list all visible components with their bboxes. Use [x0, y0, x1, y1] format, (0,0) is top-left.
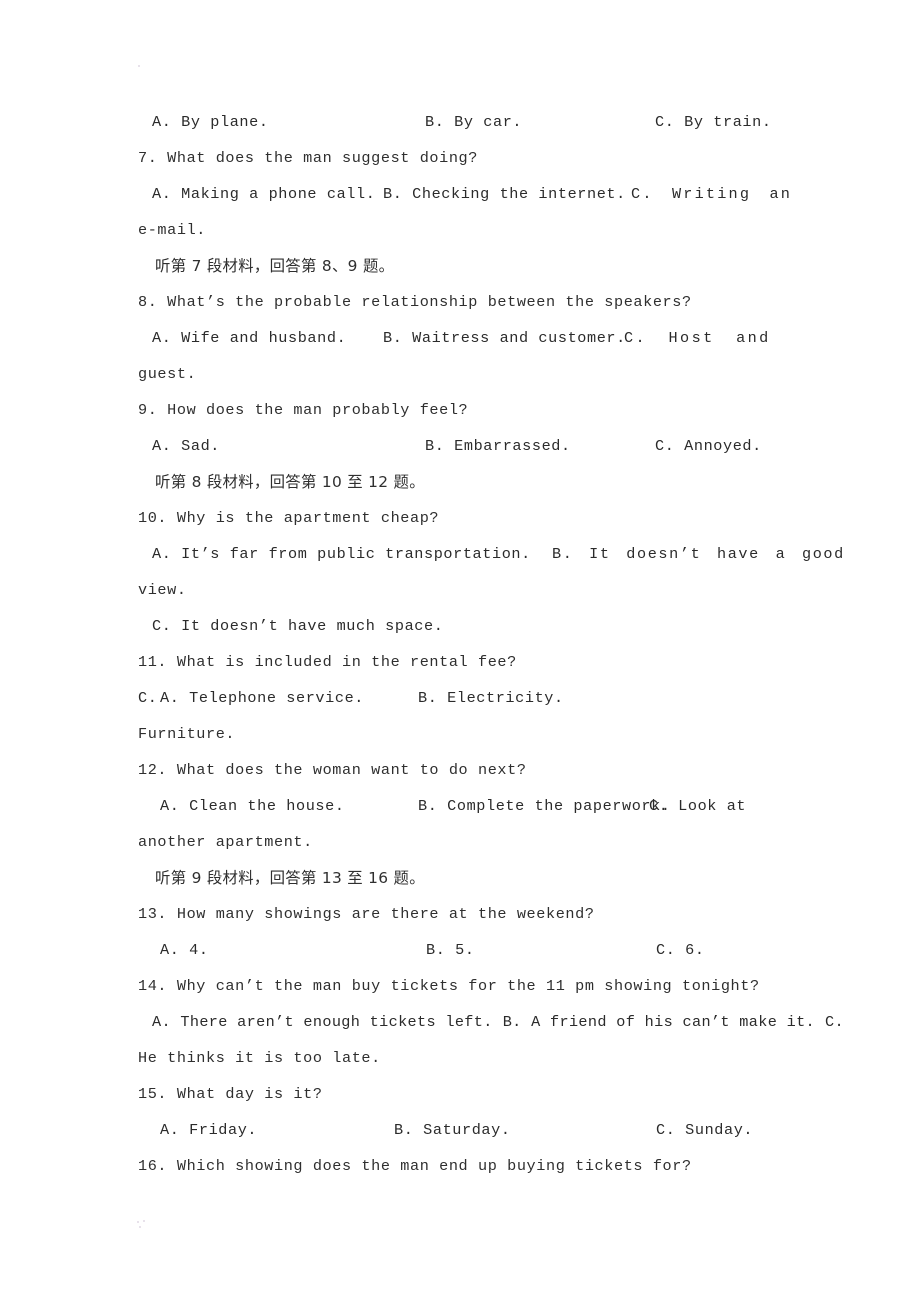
question-stem-15: 15. What day is it? [138, 1085, 323, 1103]
option-a: A. Making a phone call. [152, 185, 376, 203]
question-stem-7: 7. What does the man suggest doing? [138, 149, 478, 167]
section-instruction-8: 听第 8 段材料，回答第 10 至 12 题。 [155, 473, 425, 491]
section-instruction-9: 听第 9 段材料，回答第 13 至 16 题。 [155, 869, 425, 887]
option-b: B. A friend of his can’t make it. [502, 1013, 816, 1031]
question-stem-12: 12. What does the woman want to do next? [138, 761, 527, 779]
option-c: C. Sunday. [656, 1121, 754, 1139]
option-c: C. Annoyed. [655, 437, 762, 455]
option-a: A. 4. [160, 941, 209, 959]
option-c: C. It doesn’t have much space. [152, 617, 444, 635]
option-b: B. Saturday. [394, 1121, 511, 1139]
option-a: A. By plane. [152, 113, 269, 131]
option-b: B. Electricity. [418, 689, 564, 707]
scan-speck [138, 65, 140, 67]
question-wrap-11: Furniture. [138, 725, 236, 743]
option-a: A. Friday. [160, 1121, 258, 1139]
question-stem-9: 9. How does the man probably feel? [138, 401, 469, 419]
question-wrap-8: guest. [138, 365, 197, 383]
option-c: C. [825, 1013, 844, 1031]
option-c: C. Writing an [631, 185, 793, 203]
question-wrap-7: e-mail. [138, 221, 206, 239]
option-c: C. By train. [655, 113, 772, 131]
option-row-q14: A. There aren’t enough tickets left. B. A… [138, 1004, 844, 1040]
option-row-q12: A. Clean the house. B. Complete the pape… [138, 788, 783, 824]
scanned-page: A. By plane. B. By car. C. By train. 7. … [0, 0, 920, 1302]
option-row-q8: A. Wife and husband. B. Waitress and cus… [138, 320, 783, 356]
option-row-q6: A. By plane. B. By car. C. By train. [138, 104, 783, 140]
question-stem-8: 8. What’s the probable relationship betw… [138, 293, 692, 311]
option-b: B. It doesn’t have a good [552, 545, 845, 563]
option-a: A. There aren’t enough tickets left. [152, 1013, 493, 1031]
option-b: B. Complete the paperwork. [418, 797, 671, 815]
option-c: C. [138, 689, 158, 707]
option-a: A. Wife and husband. [152, 329, 347, 347]
question-stem-16: 16. Which showing does the man end up bu… [138, 1157, 692, 1175]
option-b: B. 5. [426, 941, 475, 959]
option-row-q15: A. Friday. B. Saturday. C. Sunday. [138, 1112, 783, 1148]
option-c: C. Look at [649, 797, 747, 815]
option-row-q11: A. Telephone service. B. Electricity. C. [138, 680, 783, 716]
option-b: B. Waitress and customer. [383, 329, 626, 347]
scan-speck [137, 1221, 139, 1223]
section-instruction-7: 听第 7 段材料，回答第 8、9 题。 [155, 257, 395, 275]
question-wrap-10: view. [138, 581, 187, 599]
question-stem-11: 11. What is included in the rental fee? [138, 653, 517, 671]
option-b: B. By car. [425, 113, 523, 131]
option-row-q9: A. Sad. B. Embarrassed. C. Annoyed. [138, 428, 783, 464]
option-b: B. Checking the internet. [383, 185, 626, 203]
option-a: A. It’s far from public transportation. [152, 545, 531, 563]
question-body: A. By plane. B. By car. C. By train. 7. … [138, 104, 844, 1184]
option-b: B. Embarrassed. [425, 437, 571, 455]
option-row-q10-c: C. It doesn’t have much space. [138, 608, 783, 644]
scan-speck [139, 1226, 141, 1228]
option-a: A. Sad. [152, 437, 220, 455]
option-c: C. Host and [624, 329, 771, 347]
scan-speck [143, 1220, 145, 1222]
question-stem-14: 14. Why can’t the man buy tickets for th… [138, 977, 760, 995]
question-stem-13: 13. How many showings are there at the w… [138, 905, 595, 923]
option-a: A. Clean the house. [160, 797, 345, 815]
option-row-q10-ab: A. It’s far from public transportation. … [138, 536, 843, 572]
option-a: A. Telephone service. [160, 689, 364, 707]
question-wrap-14: He thinks it is too late. [138, 1049, 381, 1067]
option-row-q13: A. 4. B. 5. C. 6. [138, 932, 783, 968]
question-wrap-12: another apartment. [138, 833, 313, 851]
option-c: C. 6. [656, 941, 705, 959]
option-row-q7: A. Making a phone call. B. Checking the … [138, 176, 790, 212]
question-stem-10: 10. Why is the apartment cheap? [138, 509, 440, 527]
